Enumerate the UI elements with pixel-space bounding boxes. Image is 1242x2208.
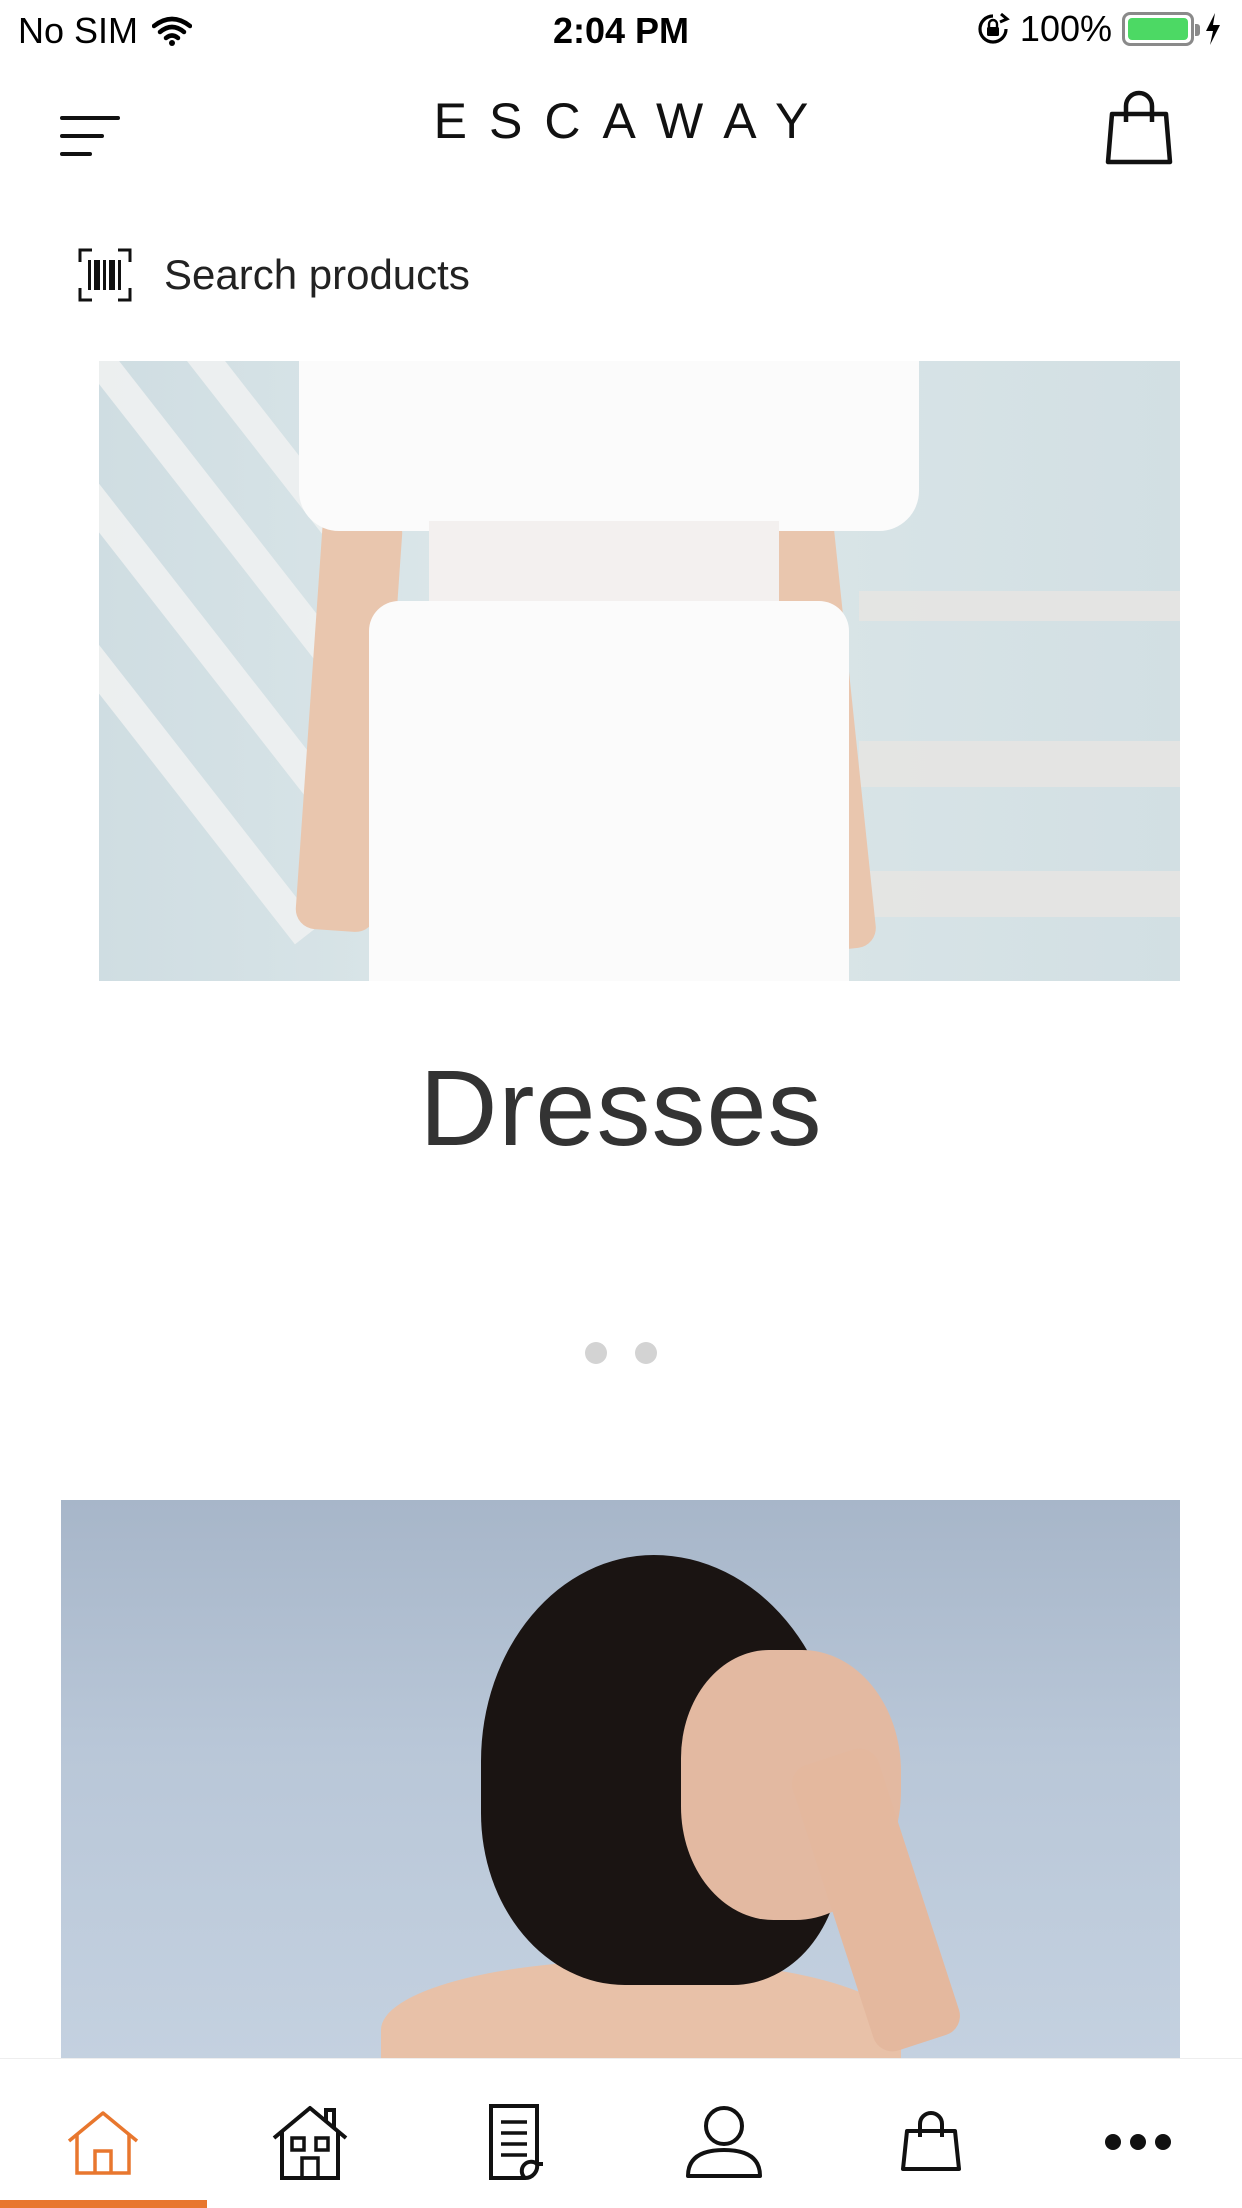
battery-percent: 100% xyxy=(1019,8,1112,49)
profile-icon[interactable] xyxy=(684,2104,764,2180)
tab-bag[interactable] xyxy=(881,2097,981,2187)
status-bar: No SIM 2:04 PM 100% xyxy=(0,0,1242,62)
shopping-bag-icon[interactable] xyxy=(899,2111,963,2173)
barcode-scan-icon[interactable] xyxy=(78,248,132,302)
bottom-tab-bar xyxy=(0,2058,1242,2208)
battery-cap xyxy=(1195,24,1200,36)
document-icon[interactable] xyxy=(485,2102,549,2182)
tab-store[interactable] xyxy=(260,2097,360,2187)
tab-home[interactable] xyxy=(53,2097,153,2187)
search-placeholder[interactable]: Search products xyxy=(164,251,470,299)
tab-profile[interactable] xyxy=(674,2097,774,2187)
active-tab-indicator xyxy=(0,2200,207,2208)
carousel-image-dresses[interactable] xyxy=(99,361,1180,981)
carousel-pagination xyxy=(0,1342,1242,1364)
tab-orders[interactable] xyxy=(467,2097,567,2187)
search-bar[interactable]: Search products xyxy=(78,244,1168,306)
shopping-bag-icon[interactable] xyxy=(1104,90,1174,166)
home-icon[interactable] xyxy=(63,2107,143,2177)
rotation-lock-icon xyxy=(978,12,1010,44)
tab-more[interactable] xyxy=(1088,2097,1188,2187)
battery-icon xyxy=(1122,12,1200,46)
carousel-dot[interactable] xyxy=(585,1342,607,1364)
store-icon[interactable] xyxy=(270,2102,350,2182)
app-header: ESCAWAY xyxy=(0,80,1242,170)
carousel-caption: Dresses xyxy=(419,1047,823,1168)
carousel-dot[interactable] xyxy=(635,1342,657,1364)
more-icon[interactable] xyxy=(1103,2132,1173,2152)
battery-fill xyxy=(1128,18,1188,40)
status-right: 100% xyxy=(976,8,1222,50)
promo-image[interactable] xyxy=(61,1500,1180,2060)
brand-logo: ESCAWAY xyxy=(433,93,831,149)
charging-icon xyxy=(1206,13,1220,45)
